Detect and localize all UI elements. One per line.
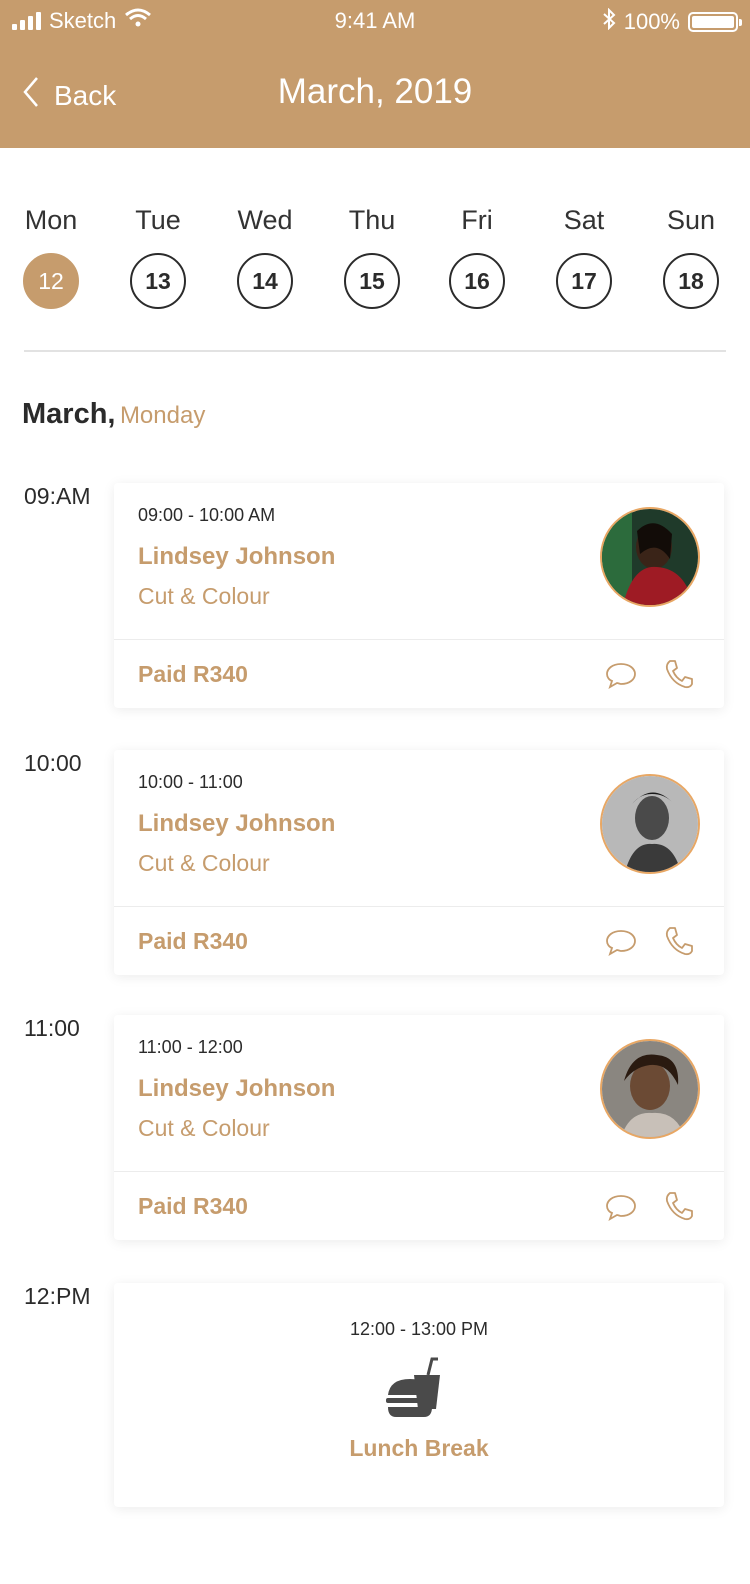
day-name: Mon [24,205,78,235]
avatar [600,507,700,607]
day-number: 14 [237,253,293,309]
burger-drink-icon [384,1357,446,1423]
day-number: 18 [663,253,719,309]
client-name: Lindsey Johnson [138,1075,336,1102]
message-icon[interactable] [604,924,638,958]
card-separator [114,1171,724,1172]
appointment-time-range: 11:00 - 12:00 [138,1037,243,1057]
service-name: Cut & Colour [138,583,270,609]
appointment-card[interactable]: 10:00 - 11:00 Lindsey Johnson Cut & Colo… [114,750,724,975]
payment-status: Paid R340 [138,1193,248,1219]
day-number: 17 [556,253,612,309]
day-number: 16 [449,253,505,309]
payment-status: Paid R340 [138,928,248,954]
status-bar: Sketch 9:41 AM 100% [0,0,750,44]
day-tue[interactable]: Tue 13 [128,205,188,309]
appointment-card[interactable]: 09:00 - 10:00 AM Lindsey Johnson Cut & C… [114,483,724,708]
phone-icon[interactable] [662,657,696,691]
client-name: Lindsey Johnson [138,810,336,837]
message-icon[interactable] [604,657,638,691]
phone-icon[interactable] [662,924,696,958]
battery-icon [688,12,742,32]
day-number: 13 [130,253,186,309]
header: Sketch 9:41 AM 100% Back March, 2019 [0,0,750,148]
selected-date-label: March, Monday [22,398,205,431]
day-wed[interactable]: Wed 14 [235,205,295,309]
day-thu[interactable]: Thu 15 [342,205,402,309]
day-name: Wed [237,205,293,235]
appointment-card[interactable]: 11:00 - 12:00 Lindsey Johnson Cut & Colo… [114,1015,724,1240]
page-title: March, 2019 [277,72,473,111]
lunch-break-card[interactable]: 12:00 - 13:00 PM Lunch Break [114,1283,724,1507]
day-name: Sat [563,205,605,235]
day-number: 15 [344,253,400,309]
appointment-time-range: 10:00 - 11:00 [138,772,243,792]
date-month: March, [22,398,116,430]
date-weekday: Monday [119,402,206,429]
day-fri[interactable]: Fri 16 [447,205,507,309]
lunch-time-range: 12:00 - 13:00 PM [349,1319,489,1339]
payment-status: Paid R340 [138,661,248,687]
day-name: Fri [461,205,493,235]
day-mon[interactable]: Mon 12 [21,205,81,309]
week-selector: Mon 12 Tue 13 Wed 14 Thu 15 Fri 16 Sat 1… [0,205,750,315]
day-name: Sun [666,205,716,235]
card-separator [114,906,724,907]
client-name: Lindsey Johnson [138,543,336,570]
lunch-label: Lunch Break [349,1435,489,1461]
day-number: 12 [23,253,79,309]
battery-percent: 100% [623,9,680,34]
day-name: Tue [135,205,181,235]
avatar [600,1039,700,1139]
avatar [600,774,700,874]
slot-time: 12:PM [24,1283,91,1309]
service-name: Cut & Colour [138,850,270,876]
slot-time: 10:00 [24,750,82,776]
slot-time: 11:00 [24,1015,80,1041]
card-separator [114,639,724,640]
nav-bar: Back March, 2019 [0,60,750,126]
day-sat[interactable]: Sat 17 [554,205,614,309]
message-icon[interactable] [604,1189,638,1223]
day-name: Thu [348,205,396,235]
bluetooth-icon [602,7,616,36]
appointment-time-range: 09:00 - 10:00 AM [138,505,276,525]
service-name: Cut & Colour [138,1115,270,1141]
phone-icon[interactable] [662,1189,696,1223]
divider [24,350,726,352]
day-sun[interactable]: Sun 18 [661,205,721,309]
slot-time: 09:AM [24,483,91,509]
